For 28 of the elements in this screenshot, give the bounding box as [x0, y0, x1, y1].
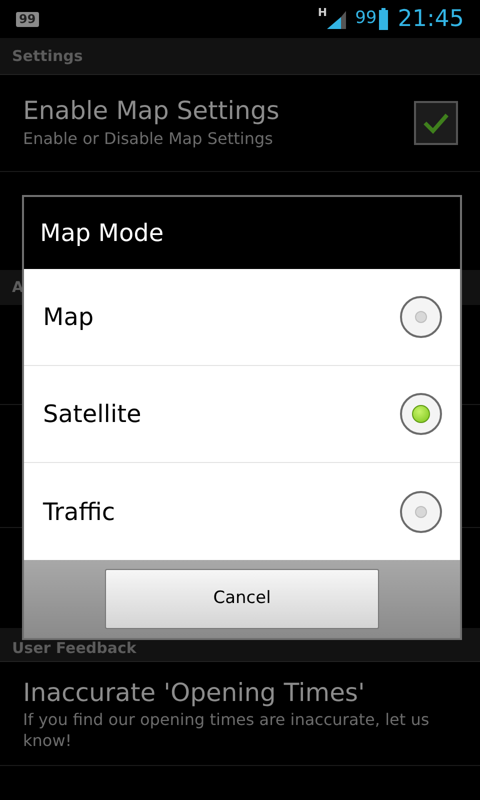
setting-subtitle: Enable or Disable Map Settings — [23, 128, 274, 150]
section-header: A — [12, 277, 24, 298]
checkbox[interactable] — [414, 101, 458, 145]
setting-title: Enable Map Settings — [23, 95, 280, 127]
notification-badge: 99 — [16, 12, 39, 26]
radio-button[interactable] — [400, 296, 442, 338]
signal-icon — [327, 9, 348, 29]
cancel-button[interactable]: Cancel — [105, 569, 379, 629]
option-label: Map — [43, 302, 95, 333]
radio-button[interactable] — [400, 490, 442, 532]
settings-row[interactable]: Inaccurate 'Opening Times' If you find our opening times are inaccurate, let us know! — [0, 662, 480, 766]
setting-subtitle: If you find our opening times are inaccurate, let us know! — [23, 708, 430, 750]
radio-button[interactable] — [400, 393, 442, 435]
option-label: Traffic — [43, 496, 116, 528]
setting-title: Inaccurate 'Opening Times' — [23, 676, 366, 708]
clock: 21:45 — [398, 4, 464, 34]
dialog-title: Map Mode — [40, 218, 164, 249]
battery-level: 99 — [355, 7, 377, 30]
network-type: H — [318, 5, 328, 21]
radio-option[interactable]: Satellite — [24, 366, 460, 463]
settings-row[interactable]: Enable Map Settings Enable or Disable Map Settings — [0, 75, 480, 172]
section-header: User Feedback — [12, 638, 136, 658]
check-icon — [423, 112, 449, 134]
radio-option[interactable]: Map — [24, 269, 460, 366]
option-label: Satellite — [43, 399, 142, 430]
radio-option[interactable]: Traffic — [24, 463, 460, 560]
section-header: Settings — [12, 46, 83, 67]
battery-icon — [378, 8, 388, 30]
